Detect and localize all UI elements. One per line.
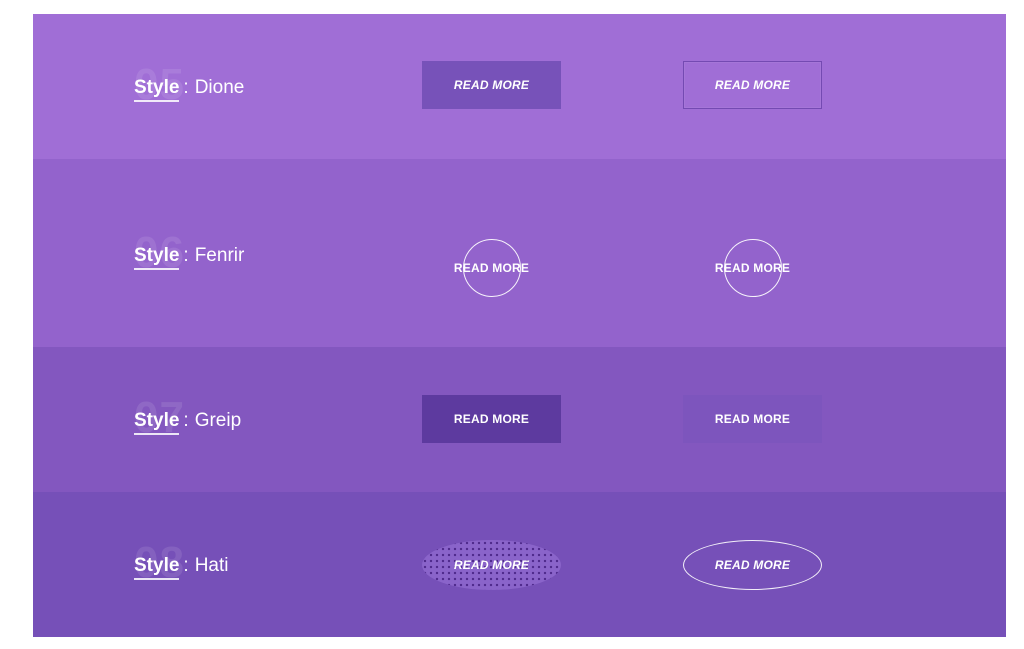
style-title: Style : Dione bbox=[134, 77, 244, 102]
style-colon: : bbox=[183, 409, 189, 431]
read-more-button-greip-light[interactable]: READ MORE bbox=[683, 395, 822, 443]
read-more-button-hati-oval[interactable]: READ MORE bbox=[683, 540, 822, 590]
read-more-label: READ MORE bbox=[714, 261, 791, 275]
style-name: Hati bbox=[194, 554, 229, 576]
style-label-fenrir: 06 Style : Fenrir bbox=[134, 231, 244, 277]
style-colon: : bbox=[183, 554, 189, 576]
style-key: Style bbox=[134, 245, 180, 270]
style-colon: : bbox=[183, 244, 189, 266]
style-label-hati: 08 Style : Hati bbox=[134, 541, 229, 587]
read-more-button-hati-dotted[interactable]: READ MORE bbox=[422, 540, 561, 590]
style-key: Style bbox=[134, 555, 180, 580]
style-row-greip: 07 Style : Greip READ MORE READ MORE bbox=[33, 347, 1006, 492]
style-row-hati: 08 Style : Hati READ MORE READ MORE bbox=[33, 492, 1006, 637]
style-name: Greip bbox=[194, 409, 242, 431]
style-row-fenrir: 06 Style : Fenrir READ MORE READ MORE bbox=[33, 159, 1006, 347]
read-more-label: READ MORE bbox=[453, 412, 530, 426]
style-name: Fenrir bbox=[194, 244, 245, 266]
read-more-button-dione-filled[interactable]: READ MORE bbox=[422, 61, 561, 109]
style-label-greip: 07 Style : Greip bbox=[134, 396, 241, 442]
button-style-showcase: 05 Style : Dione READ MORE READ MORE 06 … bbox=[33, 14, 1006, 637]
read-more-label: READ MORE bbox=[453, 261, 530, 275]
style-key: Style bbox=[134, 410, 180, 435]
read-more-label: READ MORE bbox=[453, 558, 530, 572]
read-more-label: READ MORE bbox=[714, 412, 791, 426]
style-title: Style : Greip bbox=[134, 410, 241, 435]
read-more-label: READ MORE bbox=[453, 78, 530, 92]
read-more-label: READ MORE bbox=[714, 78, 791, 92]
style-colon: : bbox=[183, 76, 189, 98]
style-row-dione: 05 Style : Dione READ MORE READ MORE bbox=[33, 14, 1006, 159]
style-title: Style : Hati bbox=[134, 555, 229, 580]
read-more-button-fenrir-ring-alt[interactable]: READ MORE bbox=[683, 238, 822, 298]
style-name: Dione bbox=[194, 76, 245, 98]
style-key: Style bbox=[134, 77, 180, 102]
read-more-label: READ MORE bbox=[714, 558, 791, 572]
style-label-dione: 05 Style : Dione bbox=[134, 63, 244, 109]
style-title: Style : Fenrir bbox=[134, 245, 244, 270]
read-more-button-fenrir-ring[interactable]: READ MORE bbox=[422, 238, 561, 298]
read-more-button-dione-outline[interactable]: READ MORE bbox=[683, 61, 822, 109]
read-more-button-greip-dark[interactable]: READ MORE bbox=[422, 395, 561, 443]
